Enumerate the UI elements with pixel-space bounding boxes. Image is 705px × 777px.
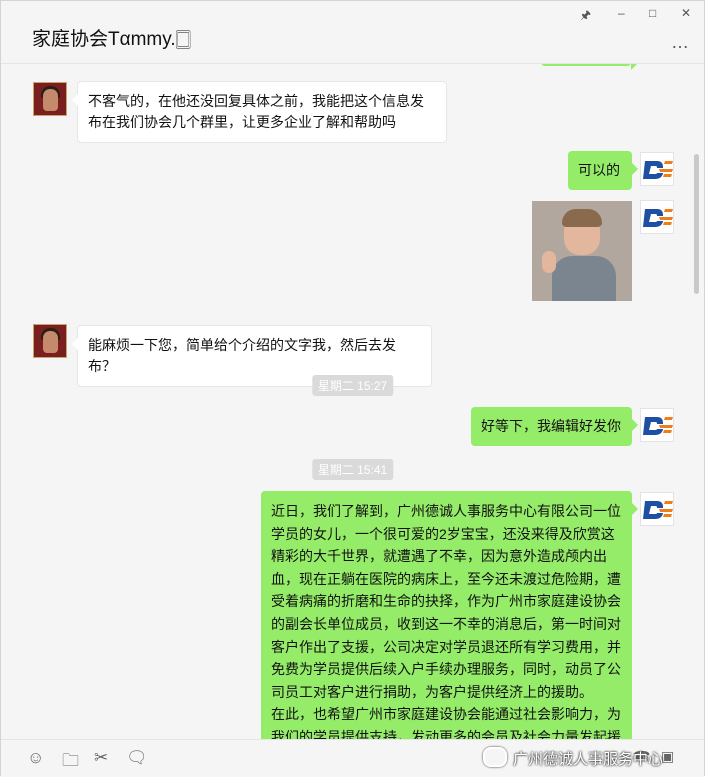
company-logo-icon xyxy=(643,161,673,179)
avatar[interactable] xyxy=(640,492,674,526)
avatar[interactable] xyxy=(640,408,674,442)
title-bar: 家庭协会Tαmmy.🀆 🖈 – □ ✕ … xyxy=(1,1,704,64)
message-list[interactable]: 不客气的，在他还没回复具体之前，我能把这个信息发布在我们协会几个群里，让更多企业… xyxy=(1,64,704,739)
scrollbar[interactable] xyxy=(694,154,699,294)
watermark-text: 广州德诚人事服务中心 xyxy=(513,751,664,768)
message-bubble-partial xyxy=(541,64,637,70)
watermark-wechat-icon xyxy=(483,747,507,767)
minimize-icon[interactable]: – xyxy=(618,6,625,20)
pin-icon[interactable]: 🖈 xyxy=(580,6,591,27)
chat-history-icon[interactable]: 🗨 xyxy=(126,748,148,768)
close-icon[interactable]: ✕ xyxy=(681,6,691,20)
company-logo-icon xyxy=(643,209,673,227)
emoji-icon[interactable]: ☺ xyxy=(27,748,44,768)
photo-thumb xyxy=(542,251,556,273)
photo-shirt xyxy=(552,256,616,301)
message-bubble[interactable]: 近日，我们了解到，广州德诚人事服务中心有限公司一位学员的女儿，一个很可爱的2岁宝… xyxy=(261,491,638,739)
avatar[interactable] xyxy=(640,152,674,186)
scissors-icon[interactable]: ✂ xyxy=(94,748,108,768)
company-logo-icon xyxy=(643,417,673,435)
photo-hair xyxy=(562,209,602,227)
folder-icon[interactable]: 🗀 xyxy=(62,748,79,777)
chat-title: 家庭协会Tαmmy.🀆 xyxy=(32,29,191,50)
timestamp: 星期二 15:27 xyxy=(311,375,394,396)
chat-window: 家庭协会Tαmmy.🀆 🖈 – □ ✕ … 不客气的，在他还没回复具体之前，我能… xyxy=(0,0,705,776)
avatar[interactable] xyxy=(33,324,67,358)
avatar-face xyxy=(43,89,58,111)
input-toolbar: ☺ 🗀 ✂ 🗨 ☎ ▣ 广州德诚人事服务中心 xyxy=(1,739,704,776)
timestamp: 星期二 15:41 xyxy=(311,459,394,480)
maximize-icon[interactable]: □ xyxy=(649,6,656,20)
message-bubble[interactable]: 不客气的，在他还没回复具体之前，我能把这个信息发布在我们协会几个群里，让更多企业… xyxy=(72,81,447,143)
message-bubble[interactable]: 好等下，我编辑好发你 xyxy=(471,407,638,446)
company-logo-icon xyxy=(643,501,673,519)
avatar[interactable] xyxy=(640,200,674,234)
message-bubble[interactable]: 可以的 xyxy=(568,151,638,190)
image-message[interactable] xyxy=(532,201,632,301)
avatar-face xyxy=(43,331,58,353)
more-options-icon[interactable]: … xyxy=(671,32,690,53)
avatar[interactable] xyxy=(33,82,67,116)
